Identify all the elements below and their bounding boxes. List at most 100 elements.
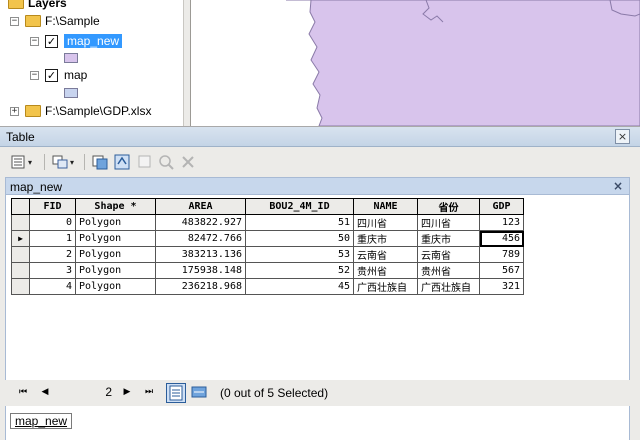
cell-area[interactable]: 82472.766	[155, 230, 246, 247]
column-header-shape[interactable]: Shape *	[75, 198, 156, 215]
cell-bou2-4m-id[interactable]: 53	[245, 246, 354, 263]
cell-name[interactable]: 贵州省	[353, 262, 418, 279]
toc-item-map-new[interactable]: − ✓ map_new	[30, 34, 123, 48]
zoom-to-selected-icon	[158, 154, 174, 170]
cell-bou2-4m-id[interactable]: 52	[245, 262, 354, 279]
all-records-icon	[169, 385, 183, 401]
cell-fid[interactable]: 0	[29, 214, 76, 231]
toc-item-label: F:\Sample	[45, 14, 100, 28]
cell-fid[interactable]: 3	[29, 262, 76, 279]
cell-shape[interactable]: Polygon	[75, 262, 156, 279]
cell-area[interactable]: 175938.148	[155, 262, 246, 279]
cell-fid[interactable]: 4	[29, 278, 76, 295]
column-header-bou2-4m-id[interactable]: BOU2_4M_ID	[245, 198, 354, 215]
row-selector[interactable]	[11, 246, 30, 263]
cell-name[interactable]: 重庆市	[353, 230, 418, 247]
table-titlebar[interactable]: Table ×	[0, 127, 640, 147]
column-header-area[interactable]: AREA	[155, 198, 246, 215]
table-tab-label[interactable]: map_new	[10, 180, 62, 194]
folder-icon	[25, 15, 41, 27]
cell-bou2-4m-id[interactable]: 51	[245, 214, 354, 231]
toc-item-label[interactable]: map_new	[64, 34, 123, 48]
cell-bou2-4m-id[interactable]: 45	[245, 278, 354, 295]
show-selected-records-button[interactable]	[190, 383, 210, 403]
cell-shape[interactable]: Polygon	[75, 278, 156, 295]
switch-selection-button[interactable]	[114, 153, 130, 171]
cell-name[interactable]: 云南省	[353, 246, 418, 263]
layer-visibility-checkbox[interactable]: ✓	[45, 68, 58, 82]
cell-province[interactable]: 重庆市	[417, 230, 480, 247]
toc-item-map[interactable]: − ✓ map	[30, 68, 87, 82]
show-all-records-button[interactable]	[166, 383, 186, 403]
record-navigation-bar: ⏮ ◀ 2 ▶ ⏭ (0 out of 5 Selected)	[0, 380, 640, 406]
last-record-icon[interactable]: ⏭	[142, 385, 156, 399]
row-selector[interactable]	[11, 278, 30, 295]
row-selector[interactable]	[11, 214, 30, 231]
cell-bou2-4m-id[interactable]: 50	[245, 230, 354, 247]
cell-name[interactable]: 四川省	[353, 214, 418, 231]
cell-fid[interactable]: 2	[29, 246, 76, 263]
row-selector-header[interactable]	[11, 198, 30, 215]
cell-name[interactable]: 广西壮族自	[353, 278, 418, 295]
column-header-province[interactable]: 省份	[417, 198, 480, 215]
table-row[interactable]: 4 Polygon 236218.968 45 广西壮族自 广西壮族自 321	[11, 278, 524, 295]
cell-gdp[interactable]: 321	[479, 278, 524, 295]
related-tables-button[interactable]: ▾	[52, 153, 74, 171]
previous-record-icon[interactable]: ◀	[38, 385, 52, 399]
cell-province[interactable]: 四川省	[417, 214, 480, 231]
first-record-icon[interactable]: ⏮	[16, 385, 30, 399]
layer-visibility-checkbox[interactable]: ✓	[45, 34, 58, 48]
close-tab-icon[interactable]: ×	[613, 178, 623, 194]
cell-province[interactable]: 云南省	[417, 246, 480, 263]
current-record-field[interactable]: 2	[58, 383, 116, 401]
cell-area[interactable]: 236218.968	[155, 278, 246, 295]
cell-gdp[interactable]: 456	[479, 230, 524, 247]
cell-province[interactable]: 贵州省	[417, 262, 480, 279]
cell-gdp[interactable]: 567	[479, 262, 524, 279]
cell-area[interactable]: 383213.136	[155, 246, 246, 263]
cell-province[interactable]: 广西壮族自	[417, 278, 480, 295]
delete-selected-icon	[180, 154, 196, 170]
next-record-icon[interactable]: ▶	[120, 385, 134, 399]
column-header-name[interactable]: NAME	[353, 198, 418, 215]
cell-shape[interactable]: Polygon	[75, 246, 156, 263]
map-view[interactable]	[191, 0, 640, 126]
row-selector[interactable]	[11, 262, 30, 279]
cell-shape[interactable]: Polygon	[75, 230, 156, 247]
delete-selected-button[interactable]	[180, 153, 196, 171]
cell-shape[interactable]: Polygon	[75, 214, 156, 231]
cell-area[interactable]: 483822.927	[155, 214, 246, 231]
map-new-symbol-swatch[interactable]	[64, 53, 78, 63]
layers-root[interactable]: Layers	[8, 0, 67, 10]
province-polygon	[286, 0, 640, 126]
cell-fid[interactable]: 1	[29, 230, 76, 247]
close-window-button[interactable]: ×	[615, 129, 630, 144]
table-row[interactable]: 2 Polygon 383213.136 53 云南省 云南省 789	[11, 246, 524, 263]
table-header-row: FID Shape * AREA BOU2_4M_ID NAME 省份 GDP	[11, 198, 524, 215]
column-header-fid[interactable]: FID	[29, 198, 76, 215]
row-selector[interactable]: ▶	[11, 230, 30, 247]
clear-selection-button[interactable]	[137, 153, 153, 171]
table-row[interactable]: 0 Polygon 483822.927 51 四川省 四川省 123	[11, 214, 524, 231]
table-row[interactable]: 3 Polygon 175938.148 52 贵州省 贵州省 567	[11, 262, 524, 279]
toc-item-gdp-folder[interactable]: + F:\Sample\GDP.xlsx	[10, 104, 151, 118]
cell-gdp[interactable]: 123	[479, 214, 524, 231]
table-row[interactable]: ▶ 1 Polygon 82472.766 50 重庆市 重庆市 456	[11, 230, 524, 247]
collapse-icon[interactable]: −	[10, 16, 19, 26]
toc-item-sample-folder[interactable]: − F:\Sample	[10, 14, 100, 28]
zoom-to-selected-button[interactable]	[158, 153, 174, 171]
toolbar-separator	[44, 154, 45, 170]
map-symbol-swatch[interactable]	[64, 88, 78, 98]
expand-icon[interactable]: +	[10, 106, 19, 116]
select-by-attributes-button[interactable]	[92, 153, 108, 171]
collapse-icon[interactable]: −	[30, 36, 39, 46]
attribute-table: FID Shape * AREA BOU2_4M_ID NAME 省份 GDP …	[11, 198, 524, 295]
bottom-table-tab[interactable]: map_new	[10, 413, 73, 429]
selection-status: (0 out of 5 Selected)	[220, 386, 329, 400]
column-header-gdp[interactable]: GDP	[479, 198, 524, 215]
table-options-button[interactable]: ▾	[10, 153, 32, 171]
toc-splitter[interactable]	[183, 0, 191, 126]
dropdown-arrow-icon: ▾	[28, 157, 33, 167]
cell-gdp[interactable]: 789	[479, 246, 524, 263]
collapse-icon[interactable]: −	[30, 70, 39, 80]
